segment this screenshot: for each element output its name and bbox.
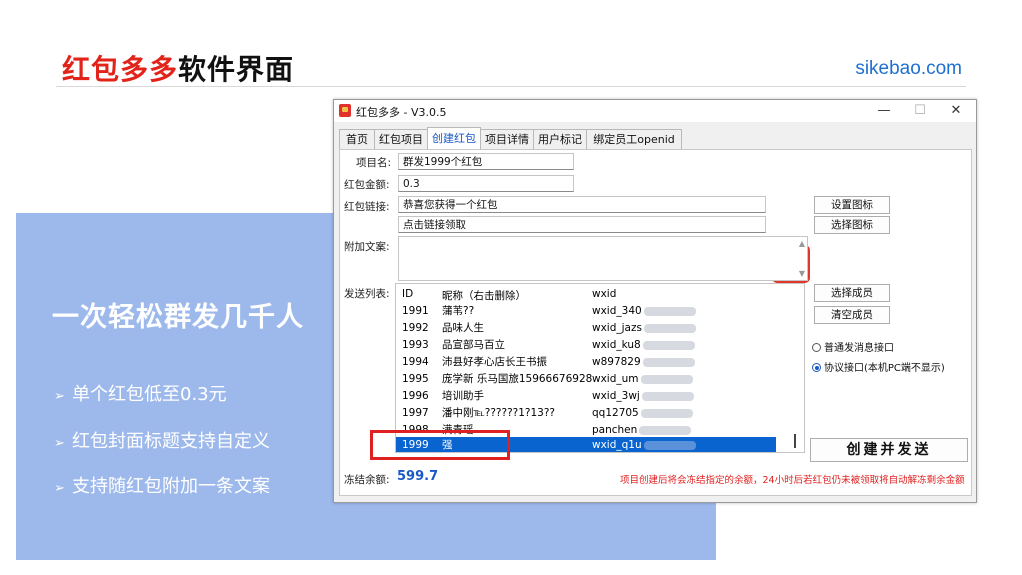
slide-title: 红包多多软件界面 <box>62 48 294 88</box>
column-header-nickname[interactable]: 昵称（右击删除） <box>442 288 526 303</box>
feature-bullet-text: 支持随红包附加一条文案 <box>72 476 270 497</box>
row-id: 1992 <box>402 322 429 334</box>
list-row[interactable]: 1996 培训助手 wxid_3wj <box>396 388 776 405</box>
radio-normal-label: 普通发消息接口 <box>824 343 894 354</box>
tab-bind-openid[interactable]: 绑定员工openid <box>586 129 682 149</box>
tab-user-tags[interactable]: 用户标记 <box>533 129 587 149</box>
window-title: 红包多多 - V3.0.5 <box>356 106 447 119</box>
row-id: 1993 <box>402 339 429 351</box>
extra-text-label: 附加文案: <box>344 241 390 253</box>
redacted-blur <box>643 306 696 316</box>
row-wxid: wxid_jazs <box>592 322 642 334</box>
feature-bullet-text: 单个红包低至0.3元 <box>72 384 227 405</box>
redacted-blur <box>640 374 693 384</box>
red-envelope-app-icon <box>339 104 351 117</box>
list-scrollbar[interactable] <box>794 434 796 448</box>
redacted-blur <box>643 440 696 450</box>
row-wxid: wxid_um <box>592 373 639 385</box>
redacted-blur <box>640 408 693 418</box>
row-wxid: qq12705 <box>592 407 639 419</box>
radio-on-icon <box>812 363 821 372</box>
feature-heading: 一次轻松群发几千人 <box>52 302 304 333</box>
send-list[interactable]: ID 昵称（右击删除） wxid 1991 蒲苇?? wxid_340 1992 品味… <box>395 283 805 453</box>
amount-label: 红包金额: <box>344 179 390 191</box>
link-title-input[interactable]: 恭喜您获得一个红包 <box>398 196 766 213</box>
radio-protocol-label: 协议接口(本机PC端不显示) <box>824 363 945 374</box>
list-row[interactable]: 1993 品宣部马百立 wxid_ku8 <box>396 337 776 354</box>
row-id: 1991 <box>402 305 429 317</box>
minimize-button[interactable]: — <box>870 102 898 120</box>
arrow-right-icon: ➢ <box>54 436 65 451</box>
feature-bullet: ➢ 红包封面标题支持自定义 <box>54 427 270 453</box>
radio-protocol-interface[interactable]: 协议接口(本机PC端不显示) <box>812 359 945 374</box>
list-row[interactable]: 1997 潘中刚℡??????1?13?? qq12705 <box>396 405 776 422</box>
select-members-button[interactable]: 选择成员 <box>814 284 890 302</box>
brand-link[interactable]: sikebao.com <box>855 58 962 80</box>
send-list-label: 发送列表: <box>344 288 390 300</box>
feature-bullet: ➢ 支持随红包附加一条文案 <box>54 472 270 498</box>
row-wxid: wxid_q1u <box>592 439 642 451</box>
frozen-label: 冻结余额: <box>344 474 390 486</box>
frozen-value: 599.7 <box>397 469 439 484</box>
project-name-input[interactable]: 群发1999个红包 <box>398 153 574 170</box>
tab-create[interactable]: 创建红包 <box>427 127 481 149</box>
radio-normal-interface[interactable]: 普通发消息接口 <box>812 339 894 354</box>
list-row[interactable]: 1994 沛县好孝心店长王书振 w897829 <box>396 354 776 371</box>
row-nickname: 品味人生 <box>442 322 484 334</box>
row-id: 1995 <box>402 373 429 385</box>
feature-bullet-text: 红包封面标题支持自定义 <box>72 431 270 452</box>
maximize-button[interactable]: ☐ <box>906 102 934 120</box>
title-bar[interactable]: 红包多多 - V3.0.5 — ☐ ✕ <box>334 100 976 122</box>
choose-icon-button[interactable]: 选择图标 <box>814 216 890 234</box>
list-row[interactable]: 1992 品味人生 wxid_jazs <box>396 320 776 337</box>
row-nickname: 沛县好孝心店长王书振 <box>442 356 547 368</box>
redacted-blur <box>642 340 695 350</box>
column-header-id[interactable]: ID <box>402 288 413 300</box>
scroll-down-icon[interactable]: ▼ <box>799 269 805 278</box>
tab-projects[interactable]: 红包项目 <box>374 129 428 149</box>
list-row[interactable]: 1991 蒲苇?? wxid_340 <box>396 303 776 320</box>
slide-title-black: 软件界面 <box>178 53 295 86</box>
feature-bullet: ➢ 单个红包低至0.3元 <box>54 380 227 406</box>
row-id: 1996 <box>402 390 429 402</box>
set-icon-button[interactable]: 设置图标 <box>814 196 890 214</box>
redacted-blur <box>642 357 695 367</box>
row-nickname: 蒲苇?? <box>442 305 475 317</box>
tab-project-details[interactable]: 项目详情 <box>480 129 534 149</box>
slide-title-red: 红包多多 <box>62 53 179 86</box>
column-header-wxid[interactable]: wxid <box>592 288 616 300</box>
row-nickname: 培训助手 <box>442 390 484 402</box>
freeze-notice: 项目创建后将会冻结指定的余额，24小时后若红包仍未被领取将自动解冻剩余金额 <box>620 475 965 486</box>
row-nickname: 品宣部马百立 <box>442 339 505 351</box>
title-divider <box>56 86 966 87</box>
project-name-label: 项目名: <box>356 157 392 169</box>
amount-input[interactable]: 0.3 <box>398 175 574 192</box>
redacted-blur <box>641 391 694 401</box>
tab-home[interactable]: 首页 <box>339 129 375 149</box>
close-button[interactable]: ✕ <box>942 102 970 120</box>
row-wxid: panchen <box>592 424 638 436</box>
row-wxid: wxid_3wj <box>592 390 640 402</box>
arrow-right-icon: ➢ <box>54 389 65 404</box>
redacted-blur <box>643 323 696 333</box>
row-wxid: wxid_340 <box>592 305 642 317</box>
link-subtitle-input[interactable]: 点击链接领取 <box>398 216 766 233</box>
link-label: 红包链接: <box>344 201 390 213</box>
scroll-up-icon[interactable]: ▲ <box>799 239 805 248</box>
arrow-right-icon: ➢ <box>54 481 65 496</box>
row-id: 1997 <box>402 407 429 419</box>
clear-members-button[interactable]: 清空成员 <box>814 306 890 324</box>
row-id: 1994 <box>402 356 429 368</box>
list-row[interactable]: 1995 庞学新 乐马国旅15966676928 wxid_um <box>396 371 776 388</box>
redacted-blur <box>639 425 692 435</box>
row-wxid: wxid_ku8 <box>592 339 641 351</box>
create-send-button[interactable]: 创建并发送 <box>810 438 968 462</box>
highlight-box <box>370 430 510 460</box>
radio-off-icon <box>812 343 821 352</box>
extra-text-area[interactable]: ▲ ▼ <box>398 236 808 281</box>
row-nickname: 庞学新 乐马国旅15966676928 <box>442 373 593 385</box>
row-wxid: w897829 <box>592 356 641 368</box>
row-nickname: 潘中刚℡??????1?13?? <box>442 407 555 419</box>
